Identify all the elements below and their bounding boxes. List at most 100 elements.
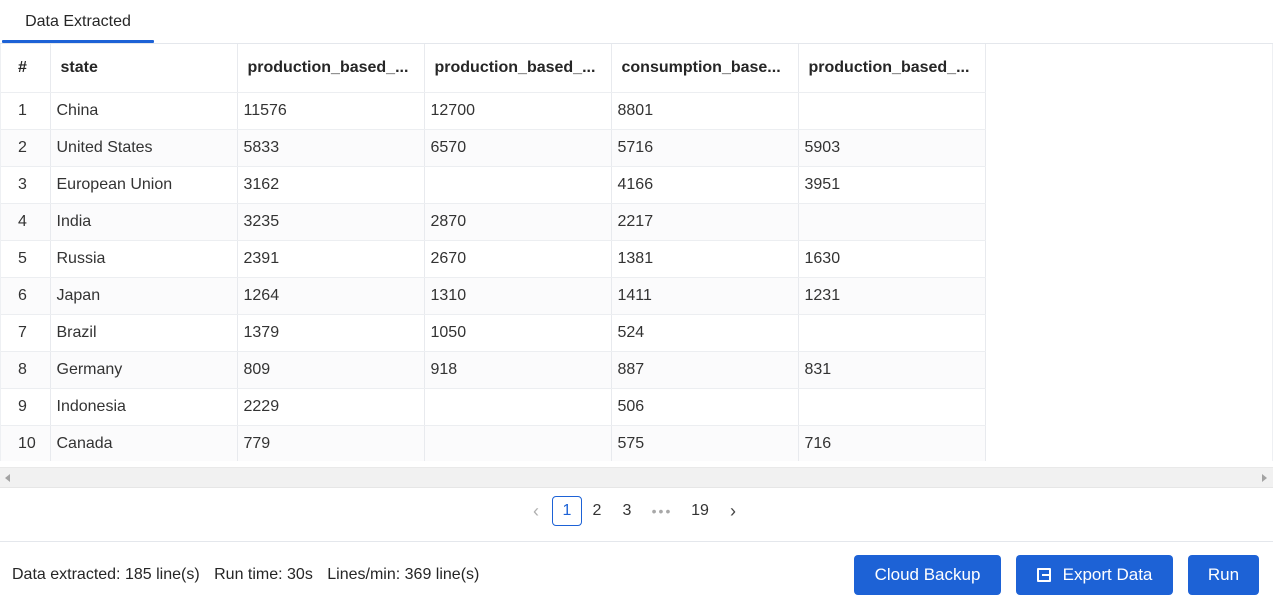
chevron-right-icon[interactable]: › bbox=[723, 496, 743, 526]
state-cell[interactable]: Russia bbox=[50, 240, 238, 278]
value-cell[interactable]: 779 bbox=[237, 425, 425, 461]
state-cell[interactable]: China bbox=[50, 92, 238, 130]
row-index-cell[interactable]: 6 bbox=[1, 277, 51, 315]
value-cell[interactable]: 1264 bbox=[237, 277, 425, 315]
value-cell[interactable]: 1310 bbox=[424, 277, 612, 315]
value-cell[interactable] bbox=[798, 92, 986, 130]
status-lines-per-min: Lines/min: 369 line(s) bbox=[327, 566, 480, 583]
value-cell[interactable]: 2391 bbox=[237, 240, 425, 278]
value-cell[interactable]: 1379 bbox=[237, 314, 425, 352]
value-cell[interactable]: 716 bbox=[798, 425, 986, 461]
value-cell[interactable]: 5833 bbox=[237, 129, 425, 167]
column-header-state[interactable]: state bbox=[50, 44, 238, 93]
value-cell[interactable]: 809 bbox=[237, 351, 425, 389]
value-cell[interactable]: 1231 bbox=[798, 277, 986, 315]
scroll-left-icon[interactable] bbox=[5, 474, 10, 482]
tab-bar: Data Extracted bbox=[0, 0, 1273, 44]
pagination-ellipsis[interactable]: ••• bbox=[646, 496, 678, 526]
column-header-production-1[interactable]: production_based_... bbox=[237, 44, 425, 93]
column-header-production-2[interactable]: production_based_... bbox=[424, 44, 612, 93]
value-cell[interactable]: 2870 bbox=[424, 203, 612, 241]
state-cell[interactable]: India bbox=[50, 203, 238, 241]
column-header-index[interactable]: # bbox=[1, 44, 51, 93]
cloud-backup-button[interactable]: Cloud Backup bbox=[854, 555, 1001, 595]
scroll-right-icon[interactable] bbox=[1262, 474, 1267, 482]
export-data-button[interactable]: Export Data bbox=[1016, 555, 1173, 595]
value-cell[interactable]: 8801 bbox=[611, 92, 799, 130]
run-label: Run bbox=[1207, 565, 1240, 584]
state-cell[interactable]: Indonesia bbox=[50, 388, 238, 426]
column-header-consumption[interactable]: consumption_base... bbox=[611, 44, 799, 93]
value-cell[interactable]: 1411 bbox=[611, 277, 799, 315]
value-cell[interactable]: 2217 bbox=[611, 203, 799, 241]
row-index-cell[interactable]: 10 bbox=[1, 425, 51, 461]
value-cell[interactable]: 887 bbox=[611, 351, 799, 389]
status-extracted-count: Data extracted: 185 line(s) bbox=[12, 566, 200, 583]
table-header-row: # state production_based_... production_… bbox=[1, 44, 986, 93]
status-run-time: Run time: 30s bbox=[214, 566, 313, 583]
page-2-button[interactable]: 2 bbox=[586, 496, 608, 526]
footer-divider bbox=[0, 541, 1273, 542]
value-cell[interactable]: 5903 bbox=[798, 129, 986, 167]
value-cell[interactable]: 1630 bbox=[798, 240, 986, 278]
cloud-backup-label: Cloud Backup bbox=[874, 565, 981, 584]
table-row[interactable]: 6 Japan 1264 1310 1411 1231 bbox=[1, 277, 986, 315]
row-index-cell[interactable]: 2 bbox=[1, 129, 51, 167]
table-row[interactable]: 5 Russia 2391 2670 1381 1630 bbox=[1, 240, 986, 278]
table-row[interactable]: 4 India 3235 2870 2217 bbox=[1, 203, 986, 241]
value-cell[interactable]: 506 bbox=[611, 388, 799, 426]
state-cell[interactable]: Japan bbox=[50, 277, 238, 315]
value-cell[interactable]: 2229 bbox=[237, 388, 425, 426]
row-index-cell[interactable]: 4 bbox=[1, 203, 51, 241]
value-cell[interactable] bbox=[798, 314, 986, 352]
value-cell[interactable]: 3951 bbox=[798, 166, 986, 204]
row-index-cell[interactable]: 3 bbox=[1, 166, 51, 204]
state-cell[interactable]: Canada bbox=[50, 425, 238, 461]
table-row[interactable]: 8 Germany 809 918 887 831 bbox=[1, 351, 986, 389]
status-bar: Data extracted: 185 line(s) Run time: 30… bbox=[12, 566, 489, 584]
value-cell[interactable]: 3162 bbox=[237, 166, 425, 204]
value-cell[interactable] bbox=[424, 166, 612, 204]
page-1-button[interactable]: 1 bbox=[552, 496, 582, 526]
row-index-cell[interactable]: 7 bbox=[1, 314, 51, 352]
chevron-left-icon[interactable]: ‹ bbox=[526, 496, 546, 526]
value-cell[interactable]: 5716 bbox=[611, 129, 799, 167]
table-row[interactable]: 9 Indonesia 2229 506 bbox=[1, 388, 986, 426]
table-row[interactable]: 7 Brazil 1379 1050 524 bbox=[1, 314, 986, 352]
state-cell[interactable]: European Union bbox=[50, 166, 238, 204]
pagination: ‹ 1 2 3 ••• 19 › bbox=[0, 495, 1273, 527]
value-cell[interactable]: 3235 bbox=[237, 203, 425, 241]
tab-data-extracted[interactable]: Data Extracted bbox=[2, 0, 154, 44]
row-index-cell[interactable]: 8 bbox=[1, 351, 51, 389]
value-cell[interactable] bbox=[424, 388, 612, 426]
table-row[interactable]: 10 Canada 779 575 716 bbox=[1, 425, 986, 461]
state-cell[interactable]: Germany bbox=[50, 351, 238, 389]
value-cell[interactable] bbox=[798, 388, 986, 426]
table-row[interactable]: 1 China 11576 12700 8801 bbox=[1, 92, 986, 130]
value-cell[interactable]: 524 bbox=[611, 314, 799, 352]
page-3-button[interactable]: 3 bbox=[616, 496, 638, 526]
value-cell[interactable]: 2670 bbox=[424, 240, 612, 278]
row-index-cell[interactable]: 1 bbox=[1, 92, 51, 130]
value-cell[interactable] bbox=[424, 425, 612, 461]
value-cell[interactable]: 11576 bbox=[237, 92, 425, 130]
run-button[interactable]: Run bbox=[1188, 555, 1259, 595]
value-cell[interactable]: 1381 bbox=[611, 240, 799, 278]
table-row[interactable]: 2 United States 5833 6570 5716 5903 bbox=[1, 129, 986, 167]
state-cell[interactable]: United States bbox=[50, 129, 238, 167]
column-header-production-3[interactable]: production_based_... bbox=[798, 44, 986, 93]
value-cell[interactable]: 6570 bbox=[424, 129, 612, 167]
row-index-cell[interactable]: 9 bbox=[1, 388, 51, 426]
value-cell[interactable]: 12700 bbox=[424, 92, 612, 130]
value-cell[interactable]: 575 bbox=[611, 425, 799, 461]
value-cell[interactable]: 1050 bbox=[424, 314, 612, 352]
value-cell[interactable]: 918 bbox=[424, 351, 612, 389]
page-19-button[interactable]: 19 bbox=[686, 496, 714, 526]
horizontal-scrollbar[interactable] bbox=[0, 467, 1273, 488]
value-cell[interactable]: 4166 bbox=[611, 166, 799, 204]
value-cell[interactable]: 831 bbox=[798, 351, 986, 389]
table-row[interactable]: 3 European Union 3162 4166 3951 bbox=[1, 166, 986, 204]
row-index-cell[interactable]: 5 bbox=[1, 240, 51, 278]
value-cell[interactable] bbox=[798, 203, 986, 241]
state-cell[interactable]: Brazil bbox=[50, 314, 238, 352]
